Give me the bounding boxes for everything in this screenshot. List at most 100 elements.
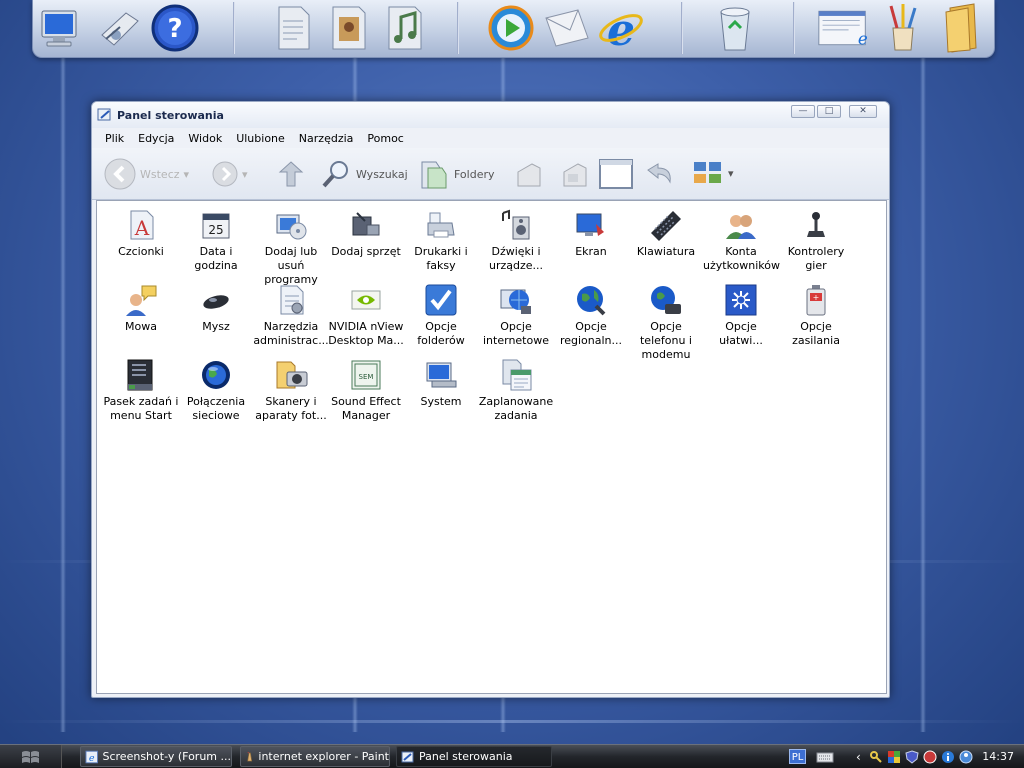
forward-button[interactable]: ▾ bbox=[212, 161, 248, 187]
documents-icon[interactable] bbox=[267, 2, 319, 54]
messenger-tray-icon[interactable] bbox=[959, 750, 973, 764]
move-to-button[interactable] bbox=[512, 158, 544, 190]
item-label: Kontrolery gier bbox=[787, 245, 845, 272]
speech-icon bbox=[126, 285, 157, 316]
item-label: Opcje zasilania bbox=[792, 320, 840, 347]
list-item[interactable]: Dźwięki i urządze... bbox=[478, 207, 554, 273]
fonts-icon: A bbox=[130, 210, 154, 240]
security-tray-icon[interactable] bbox=[887, 750, 901, 764]
control-panel-icon[interactable] bbox=[93, 2, 145, 54]
internet-explorer-icon[interactable]: e bbox=[595, 2, 647, 54]
antivirus-tray-icon[interactable] bbox=[923, 750, 937, 764]
taskbar-icon bbox=[127, 359, 153, 391]
list-item[interactable]: Zaplanowane zadania bbox=[478, 357, 554, 423]
my-computer-icon[interactable] bbox=[35, 2, 87, 54]
item-label: Zaplanowane zadania bbox=[478, 395, 554, 422]
list-item[interactable]: Połączenia sieciowe bbox=[178, 357, 254, 423]
taskbar: e Screenshot-y (Forum ... internet explo… bbox=[0, 744, 1024, 768]
list-item[interactable]: Opcje internetowe bbox=[478, 282, 554, 348]
keys-tray-icon[interactable] bbox=[869, 750, 883, 764]
list-item[interactable]: Ekran bbox=[553, 207, 629, 259]
list-item[interactable]: NVIDIA nView Desktop Ma... bbox=[328, 282, 404, 348]
mail-icon[interactable] bbox=[541, 2, 593, 54]
recycle-bin-icon[interactable] bbox=[709, 2, 761, 54]
forward-arrow-icon bbox=[212, 161, 238, 187]
views-dropdown-icon[interactable]: ▾ bbox=[728, 167, 734, 180]
system-icon bbox=[426, 362, 457, 388]
list-item[interactable]: + Opcje zasilania bbox=[778, 282, 854, 348]
list-item[interactable]: A Czcionki bbox=[103, 207, 179, 259]
item-label: Drukarki i faksy bbox=[414, 245, 468, 272]
list-item[interactable]: Dodaj lub usuń programy bbox=[253, 207, 329, 287]
paint-brushes-icon[interactable] bbox=[877, 2, 929, 54]
taskbar-item[interactable]: e Screenshot-y (Forum ... bbox=[80, 746, 232, 767]
item-label: Opcje regionaln... bbox=[559, 320, 623, 347]
control-panel-icon bbox=[97, 107, 113, 126]
menu-help[interactable]: Pomoc bbox=[360, 128, 410, 148]
list-item[interactable]: Dodaj sprzęt bbox=[328, 207, 404, 259]
list-item[interactable]: Opcje telefonu i modemu bbox=[628, 282, 704, 362]
top-dock: ? e e bbox=[32, 0, 995, 58]
svg-text:25: 25 bbox=[208, 223, 223, 237]
media-player-icon[interactable] bbox=[485, 2, 537, 54]
list-item[interactable]: Pasek zadań i menu Start bbox=[103, 357, 179, 423]
shield-tray-icon[interactable] bbox=[905, 749, 919, 764]
list-item[interactable]: Kontrolery gier bbox=[778, 207, 854, 273]
windows-logo-icon bbox=[22, 751, 39, 763]
ie-icon: e bbox=[85, 750, 99, 763]
tray-expand-icon[interactable]: ‹ bbox=[856, 750, 861, 764]
list-item[interactable]: Drukarki i faksy bbox=[403, 207, 479, 273]
minimize-button[interactable]: — bbox=[791, 105, 815, 118]
menu-view[interactable]: Widok bbox=[181, 128, 229, 148]
menu-tools[interactable]: Narzędzia bbox=[292, 128, 361, 148]
menu-file[interactable]: Plik bbox=[98, 128, 131, 148]
printer-icon bbox=[427, 212, 455, 238]
list-item[interactable]: System bbox=[403, 357, 479, 409]
phone-modem-icon bbox=[651, 286, 681, 314]
forward-dropdown-icon[interactable]: ▾ bbox=[242, 168, 248, 181]
up-folder-button[interactable] bbox=[278, 160, 304, 188]
search-button[interactable]: Wyszukaj bbox=[320, 158, 408, 190]
list-item[interactable]: Opcje ułatwi... bbox=[703, 282, 779, 348]
pictures-icon[interactable] bbox=[323, 2, 375, 54]
taskbar-item[interactable]: internet explorer - Paint bbox=[240, 746, 390, 767]
taskbar-item-active[interactable]: Panel sterowania bbox=[396, 746, 552, 767]
menu-edit[interactable]: Edycja bbox=[131, 128, 181, 148]
back-button[interactable]: Wstecz ▾ bbox=[104, 158, 189, 190]
internet-options-icon bbox=[500, 289, 531, 314]
info-tray-icon[interactable] bbox=[941, 750, 955, 764]
copy-to-button[interactable] bbox=[558, 158, 590, 190]
list-item[interactable]: Narzędzia administrac... bbox=[253, 282, 329, 348]
list-item[interactable]: 25 Data i godzina bbox=[178, 207, 254, 273]
svg-text:+: + bbox=[813, 293, 820, 302]
web-page-icon[interactable]: e bbox=[817, 2, 869, 54]
list-item[interactable]: Mysz bbox=[178, 282, 254, 334]
list-item[interactable]: SEM Sound Effect Manager bbox=[328, 357, 404, 423]
title-bar[interactable]: Panel sterowania — □ ✕ bbox=[92, 102, 889, 128]
close-button[interactable]: ✕ bbox=[849, 105, 877, 118]
list-item[interactable]: Opcje regionaln... bbox=[553, 282, 629, 348]
language-indicator[interactable]: PL bbox=[789, 749, 806, 764]
maximize-button[interactable]: □ bbox=[817, 105, 841, 118]
folder-icon[interactable] bbox=[935, 2, 987, 54]
list-item[interactable]: Konta użytkowników bbox=[703, 207, 780, 273]
mouse-icon bbox=[203, 295, 229, 309]
control-panel-icon bbox=[401, 751, 414, 762]
views-button[interactable]: ▾ bbox=[692, 160, 734, 186]
folders-button[interactable]: Foldery bbox=[418, 158, 495, 190]
list-item[interactable]: Opcje folderów bbox=[403, 282, 479, 348]
start-button[interactable] bbox=[0, 745, 62, 768]
list-item[interactable]: Skanery i aparaty fot... bbox=[253, 357, 329, 423]
undo-button[interactable] bbox=[644, 160, 674, 188]
list-item[interactable]: Mowa bbox=[103, 282, 179, 334]
list-item[interactable]: Klawiatura bbox=[628, 207, 704, 259]
globe-icon bbox=[577, 286, 606, 316]
menu-favorites[interactable]: Ulubione bbox=[229, 128, 292, 148]
back-dropdown-icon[interactable]: ▾ bbox=[184, 168, 190, 181]
music-icon[interactable] bbox=[379, 2, 431, 54]
items-view: A Czcionki 25 Data i godzina Dodaj lub u… bbox=[96, 200, 887, 694]
keyboard-tray-icon[interactable] bbox=[816, 750, 834, 764]
delete-button[interactable] bbox=[598, 158, 634, 190]
clock[interactable]: 14:37 bbox=[982, 750, 1014, 763]
help-icon[interactable]: ? bbox=[149, 2, 201, 54]
